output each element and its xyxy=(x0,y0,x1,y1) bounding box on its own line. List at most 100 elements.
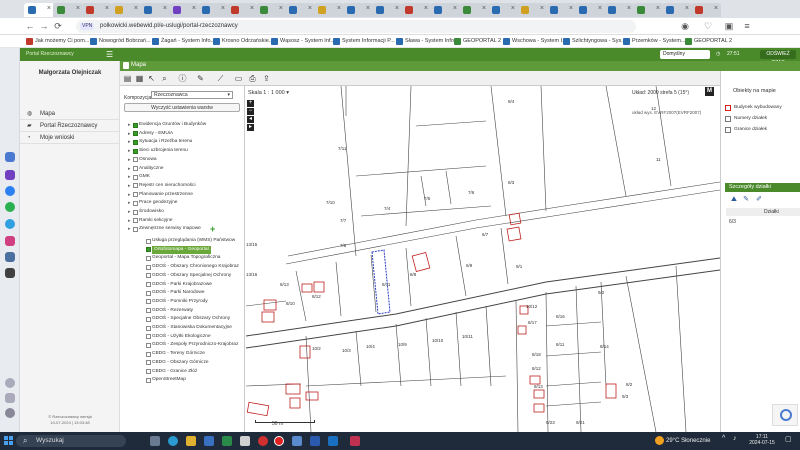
external-layer-item[interactable]: GDOŚ - Użytki Ekologiczne xyxy=(146,333,211,341)
layer-item[interactable]: ▸ Prace geodezyjne xyxy=(128,199,177,207)
domain-select[interactable]: Domyślny xyxy=(660,50,710,59)
close-icon[interactable]: × xyxy=(47,5,51,12)
add-service-icon[interactable]: + xyxy=(210,224,215,234)
close-icon[interactable]: × xyxy=(395,5,399,12)
layer-checkbox[interactable] xyxy=(146,264,151,270)
layer-checkbox[interactable] xyxy=(146,282,151,287)
close-icon[interactable]: × xyxy=(453,5,457,12)
external-layer-item[interactable]: CBDG - Obszary Górnicze xyxy=(146,359,209,367)
store-icon[interactable] xyxy=(204,436,214,446)
expand-icon[interactable]: ▸ xyxy=(128,225,131,233)
bookmark-item[interactable]: Jak możemy Ci pom... xyxy=(26,37,89,46)
explorer-icon[interactable] xyxy=(186,436,196,446)
close-icon[interactable]: × xyxy=(627,5,631,12)
external-layer-item[interactable]: GDOŚ - Specjalne Obszary Ochrony xyxy=(146,315,230,323)
legend-swatch[interactable] xyxy=(725,105,731,111)
browser-tab[interactable]: × xyxy=(285,3,315,17)
layer-checkbox[interactable] xyxy=(146,325,151,331)
layer-checkbox[interactable] xyxy=(146,377,151,383)
map-canvas[interactable]: 9/4 7/11 7/10 7/4 7/5 7/6 8/3 7/7 7/8 6/7 6/9 9/1 8/… xyxy=(246,86,720,432)
task-view-icon[interactable] xyxy=(150,436,160,446)
close-icon[interactable]: × xyxy=(221,5,225,12)
expand-icon[interactable]: ▸ xyxy=(128,217,131,225)
scale-value[interactable]: 1 : 1 000 xyxy=(263,90,284,96)
back-icon[interactable]: ← xyxy=(25,21,35,31)
browser-tab[interactable]: × xyxy=(546,3,576,17)
external-layer-item[interactable]: GDOŚ - Obszary Specjalnej Ochrony xyxy=(146,272,231,280)
browser-tab[interactable]: × xyxy=(604,3,634,17)
layer-item[interactable]: ▸ Rejestr cen nieruchomości xyxy=(128,182,196,190)
bookmark-item[interactable]: Wschowa - System I... xyxy=(503,37,567,46)
messenger-icon[interactable] xyxy=(5,186,15,196)
layer-item[interactable]: ▸ Sieci uzbrojenia terenu xyxy=(128,147,188,155)
refresh-time-button[interactable]: ODŚWIEŻ CZAS xyxy=(760,50,796,66)
edge-icon[interactable] xyxy=(168,436,178,446)
search-icon[interactable]: ⌕ xyxy=(160,74,169,83)
external-layer-item[interactable]: OpenStreetMap xyxy=(146,376,186,384)
menu-item[interactable]: ◍ Mapa xyxy=(20,108,120,120)
zoom-out-button[interactable]: − xyxy=(247,108,254,115)
layer-checkbox[interactable] xyxy=(133,192,138,198)
layer-checkbox[interactable] xyxy=(133,174,138,180)
close-icon[interactable]: × xyxy=(511,5,515,12)
aria-icon[interactable] xyxy=(5,170,15,180)
expand-icon[interactable]: ▸ xyxy=(128,208,131,216)
layer-checkbox[interactable] xyxy=(146,273,151,279)
close-icon[interactable]: × xyxy=(685,5,689,12)
close-icon[interactable]: × xyxy=(250,5,254,12)
pointer-icon[interactable]: ↖ xyxy=(147,74,156,83)
heart-icon[interactable]: ♡ xyxy=(703,21,713,31)
dzialka-value[interactable]: 6/3 xyxy=(729,219,736,225)
legend-swatch[interactable] xyxy=(725,116,731,122)
close-icon[interactable]: × xyxy=(714,5,718,12)
close-icon[interactable]: × xyxy=(134,5,138,12)
expand-icon[interactable]: ▸ xyxy=(128,130,131,138)
extensions-icon[interactable]: ▣ xyxy=(724,21,734,31)
coord-system[interactable]: Układ: 2000 strefa 5 (15°) xyxy=(632,90,689,96)
browser-tab[interactable]: × xyxy=(169,3,199,17)
expand-icon[interactable]: ▸ xyxy=(128,165,131,173)
camera-icon[interactable]: ◉ xyxy=(680,21,690,31)
speed-dial-icon[interactable] xyxy=(5,152,15,162)
close-icon[interactable]: × xyxy=(598,5,602,12)
settings-icon[interactable] xyxy=(5,408,15,418)
layer-checkbox[interactable] xyxy=(146,308,151,314)
close-icon[interactable]: × xyxy=(192,5,196,12)
layer-item[interactable]: ▸ Sytuacja i Rzeźba terenu xyxy=(128,138,192,146)
layer-item[interactable]: ▸ Ewidencja Gruntów i Budynków xyxy=(128,121,206,129)
expand-icon[interactable]: ▸ xyxy=(128,138,131,146)
edit-document-icon[interactable]: ✎ xyxy=(742,196,750,204)
recaptcha-badge[interactable] xyxy=(772,404,798,426)
twitter-icon[interactable] xyxy=(5,268,15,278)
browser-tab[interactable]: × xyxy=(430,3,460,17)
tray-up-icon[interactable]: ^ xyxy=(722,435,725,442)
info-icon[interactable]: ⓘ xyxy=(178,74,187,83)
layer-checkbox[interactable] xyxy=(146,238,151,244)
browser-tab[interactable]: × xyxy=(691,3,721,17)
browser-tab[interactable]: × xyxy=(227,3,257,17)
menu-icon[interactable]: ≡ xyxy=(742,21,752,31)
app-icon[interactable] xyxy=(222,436,232,446)
layer-item[interactable]: ▸ Analityczne xyxy=(128,165,164,173)
pen-icon[interactable]: ✐ xyxy=(755,196,763,204)
browser-tab[interactable]: × xyxy=(140,3,170,17)
edit-icon[interactable]: ✎ xyxy=(196,74,205,83)
layer-item[interactable]: ▸ Środowisko xyxy=(128,208,164,216)
vk-icon[interactable] xyxy=(5,252,15,262)
instagram-icon[interactable] xyxy=(5,236,15,246)
external-layer-item[interactable]: GDOŚ - Obszary Chronionego Krajobraz xyxy=(146,263,239,271)
zoom-extent-button[interactable]: ◂ xyxy=(247,116,254,123)
print-icon[interactable]: ⎙ xyxy=(248,74,257,83)
export-icon[interactable]: ⇪ xyxy=(262,74,271,83)
bookmark-item[interactable]: Żagań - System Info... xyxy=(152,37,215,46)
clock[interactable]: 17:11 2024-07-15 xyxy=(745,434,779,446)
legend-swatch[interactable] xyxy=(725,127,731,133)
layer-checkbox[interactable] xyxy=(133,148,138,154)
external-layer-item[interactable]: GDOŚ - Parki Narodowe xyxy=(146,289,205,297)
bookmark-item[interactable]: Szlichtyngowa - Sys... xyxy=(563,37,626,46)
bookmark-item[interactable]: Wąsosz - System Inf... xyxy=(271,37,335,46)
m-button[interactable]: M xyxy=(705,87,714,96)
layer-checkbox[interactable] xyxy=(146,360,151,366)
layer-item[interactable]: ▸ Planowanie przestrzenne xyxy=(128,191,193,199)
external-layer-item[interactable]: CBDG - Tereny Górnicze xyxy=(146,350,205,358)
